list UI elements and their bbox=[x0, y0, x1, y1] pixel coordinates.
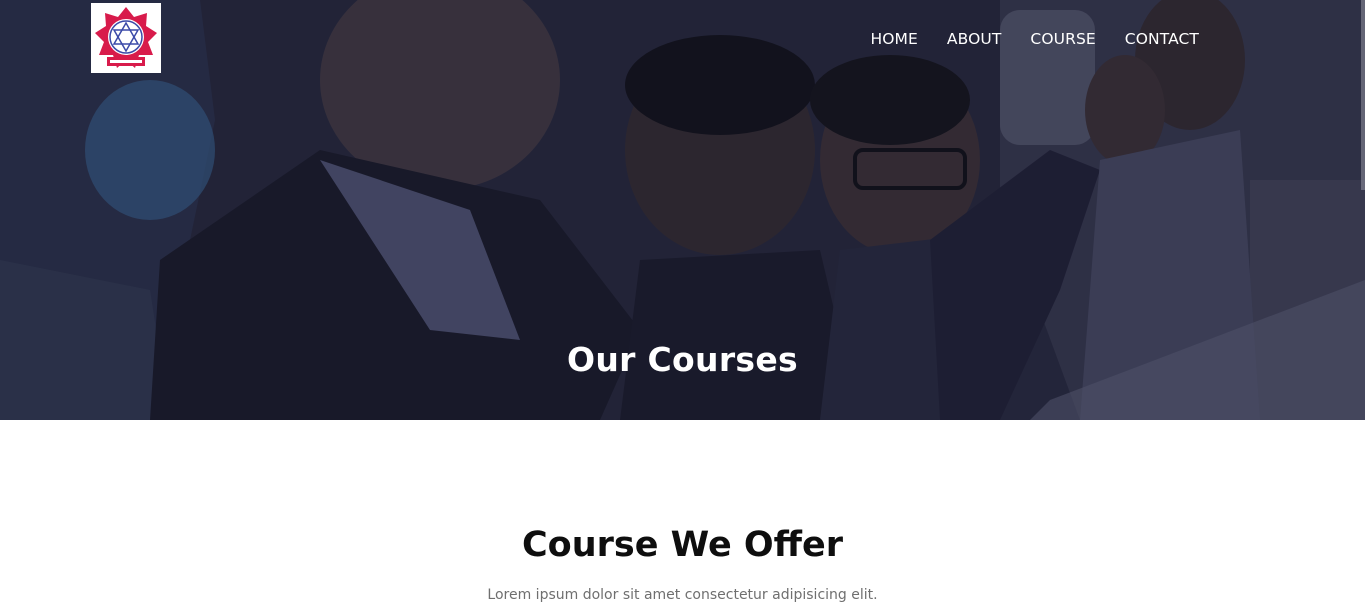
page-scrollbar[interactable] bbox=[1361, 0, 1365, 190]
nav-course[interactable]: COURSE bbox=[1030, 30, 1095, 48]
main-navigation: HOME ABOUT COURSE CONTACT bbox=[870, 30, 1199, 48]
section-title: Course We Offer bbox=[521, 525, 844, 565]
school-emblem-icon bbox=[95, 7, 157, 68]
hero-banner: HOME ABOUT COURSE CONTACT Our Courses bbox=[0, 0, 1365, 420]
hero-title: Our Courses bbox=[567, 340, 798, 379]
nav-about[interactable]: ABOUT bbox=[947, 30, 1001, 48]
section-subtitle: Lorem ipsum dolor sit amet consectetur a… bbox=[487, 587, 878, 602]
site-logo[interactable] bbox=[91, 3, 161, 73]
nav-home[interactable]: HOME bbox=[870, 30, 917, 48]
nav-contact[interactable]: CONTACT bbox=[1125, 30, 1199, 48]
